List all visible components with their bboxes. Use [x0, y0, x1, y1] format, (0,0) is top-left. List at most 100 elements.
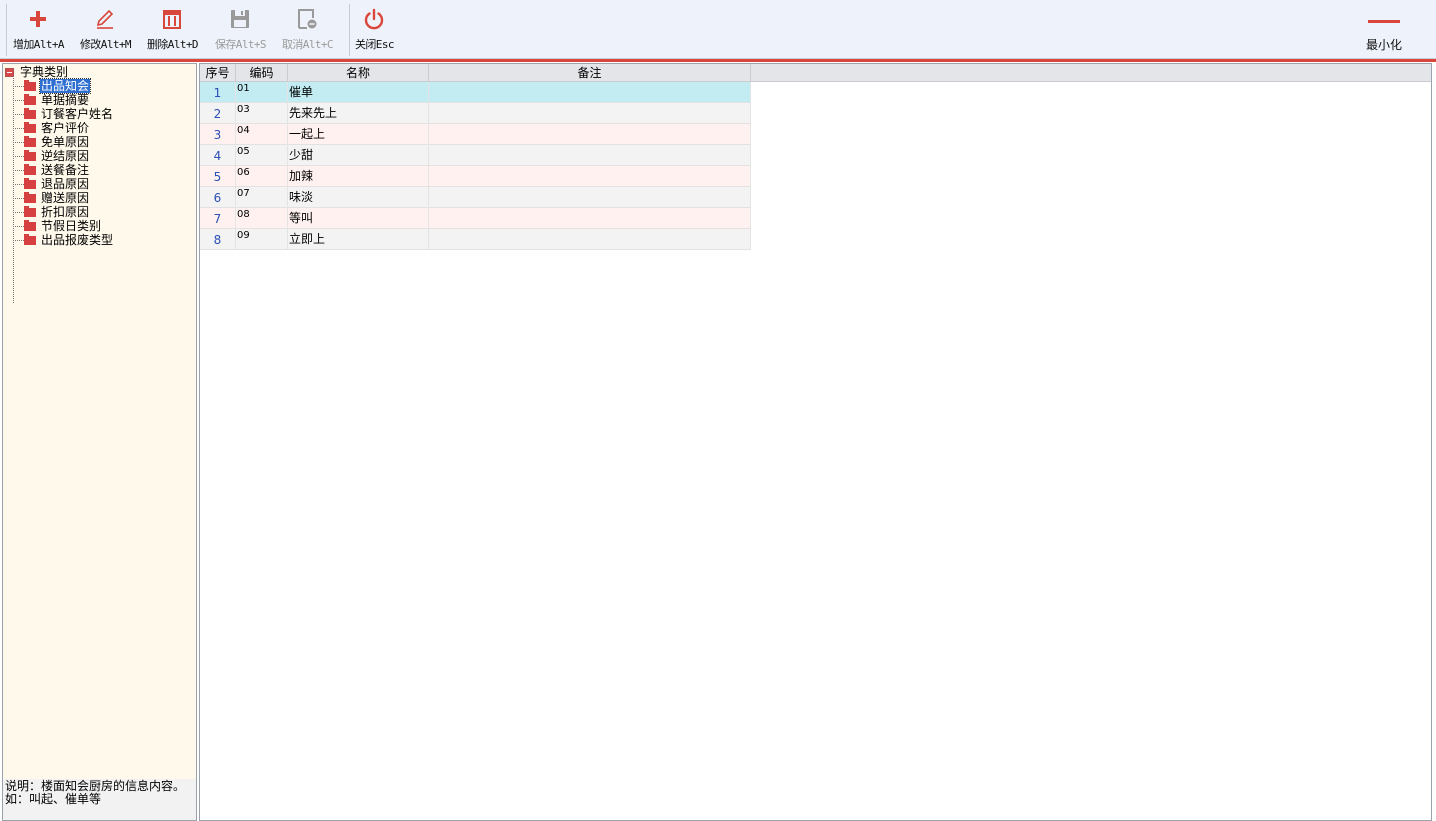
row-note[interactable]: [429, 103, 751, 124]
folder-icon: [24, 79, 36, 91]
row-code[interactable]: 03: [236, 103, 288, 124]
minimize-button-label: 最小化: [1366, 38, 1403, 52]
table-row[interactable]: 4 05 少甜: [200, 145, 751, 166]
tree-item[interactable]: 送餐备注: [13, 163, 90, 177]
dictionary-tree-panel: 字典类别 出品知会 单据摘要 订餐客户姓名 客户评价 免单原因 逆结原因 送餐备…: [2, 63, 197, 821]
row-code[interactable]: 07: [236, 187, 288, 208]
pencil-icon: [92, 6, 118, 32]
row-name[interactable]: 味淡: [288, 187, 429, 208]
tree-item-label: 退品原因: [41, 177, 90, 191]
folder-icon: [24, 149, 36, 161]
save-icon: [227, 6, 253, 32]
column-header-note[interactable]: 备注: [429, 64, 751, 82]
tree-item-label: 出品报废类型: [41, 233, 114, 247]
tree-item[interactable]: 免单原因: [13, 135, 90, 149]
tree-item[interactable]: 客户评价: [13, 121, 90, 135]
tree-item[interactable]: 赠送原因: [13, 191, 90, 205]
dictionary-grid: 序号 编码 名称 备注 1 01 催单 2 03 先来先上 3 04 一起上 4…: [199, 63, 1432, 821]
grid-header: 序号 编码 名称 备注: [200, 64, 1431, 82]
tree-item-label: 折扣原因: [41, 205, 90, 219]
edit-button[interactable]: 修改Alt+M: [80, 6, 132, 54]
row-code[interactable]: 04: [236, 124, 288, 145]
tree-root-label: 字典类别: [20, 65, 69, 79]
toolbar-accent-bar: [0, 59, 1436, 62]
tree-item[interactable]: 退品原因: [13, 177, 90, 191]
add-button-label: 增加Alt+A: [13, 38, 65, 51]
add-button[interactable]: 增加Alt+A: [13, 6, 65, 54]
table-row[interactable]: 6 07 味淡: [200, 187, 751, 208]
close-button[interactable]: 关闭Esc: [355, 6, 394, 54]
edit-button-label: 修改Alt+M: [80, 38, 132, 51]
column-header-seq[interactable]: 序号: [200, 64, 236, 82]
row-name[interactable]: 催单: [288, 82, 429, 103]
table-row[interactable]: 1 01 催单: [200, 82, 751, 103]
delete-button[interactable]: 删除Alt+D: [147, 6, 199, 54]
table-row[interactable]: 8 09 立即上: [200, 229, 751, 250]
row-code[interactable]: 06: [236, 166, 288, 187]
tree-item[interactable]: 单据摘要: [13, 93, 90, 107]
row-note[interactable]: [429, 187, 751, 208]
row-seq: 8: [200, 229, 236, 250]
tree-item-label: 送餐备注: [41, 163, 90, 177]
save-button-label: 保存Alt+S: [215, 38, 267, 51]
row-seq: 2: [200, 103, 236, 124]
cancel-button[interactable]: 取消Alt+C: [282, 6, 334, 54]
tree-item[interactable]: 逆结原因: [13, 149, 90, 163]
row-note[interactable]: [429, 166, 751, 187]
folder-icon: [24, 191, 36, 203]
column-header-code[interactable]: 编码: [236, 64, 288, 82]
row-name[interactable]: 一起上: [288, 124, 429, 145]
table-row[interactable]: 2 03 先来先上: [200, 103, 751, 124]
row-code[interactable]: 01: [236, 82, 288, 103]
row-note[interactable]: [429, 124, 751, 145]
tree-item-label: 客户评价: [41, 121, 90, 135]
tree-root[interactable]: 字典类别: [5, 65, 68, 79]
row-code[interactable]: 09: [236, 229, 288, 250]
toolbar-separator: [6, 4, 7, 56]
row-seq: 4: [200, 145, 236, 166]
row-name[interactable]: 先来先上: [288, 103, 429, 124]
row-note[interactable]: [429, 82, 751, 103]
row-name[interactable]: 立即上: [288, 229, 429, 250]
trash-icon: [159, 6, 185, 32]
toolbar-separator: [349, 4, 350, 56]
toolbar: 增加Alt+A 修改Alt+M 删除Alt+D 保存Alt+S 取消Alt+C …: [0, 0, 1436, 59]
column-header-name[interactable]: 名称: [288, 64, 429, 82]
row-seq: 3: [200, 124, 236, 145]
cancel-button-label: 取消Alt+C: [282, 38, 334, 51]
row-code[interactable]: 08: [236, 208, 288, 229]
row-note[interactable]: [429, 229, 751, 250]
dictionary-tree: 字典类别 出品知会 单据摘要 订餐客户姓名 客户评价 免单原因 逆结原因 送餐备…: [3, 64, 196, 779]
tree-item-label: 订餐客户姓名: [41, 107, 114, 121]
delete-button-label: 删除Alt+D: [147, 38, 199, 51]
table-row[interactable]: 3 04 一起上: [200, 124, 751, 145]
row-name[interactable]: 少甜: [288, 145, 429, 166]
power-icon: [361, 6, 387, 32]
folder-icon: [24, 177, 36, 189]
row-seq: 1: [200, 82, 236, 103]
row-code[interactable]: 05: [236, 145, 288, 166]
tree-item[interactable]: 出品报废类型: [13, 233, 114, 247]
row-note[interactable]: [429, 208, 751, 229]
folder-icon: [24, 107, 36, 119]
folder-icon: [24, 233, 36, 245]
tree-item[interactable]: 出品知会: [13, 78, 92, 94]
grid-body: 1 01 催单 2 03 先来先上 3 04 一起上 4 05 少甜 5 06 …: [200, 82, 751, 250]
minimize-button[interactable]: 最小化: [1366, 6, 1402, 54]
category-description: 说明：楼面知会厨房的信息内容。 如：叫起、催单等: [3, 779, 196, 820]
tree-item-label: 逆结原因: [41, 149, 90, 163]
row-note[interactable]: [429, 145, 751, 166]
table-row[interactable]: 5 06 加辣: [200, 166, 751, 187]
table-row[interactable]: 7 08 等叫: [200, 208, 751, 229]
tree-item[interactable]: 折扣原因: [13, 205, 90, 219]
row-seq: 5: [200, 166, 236, 187]
tree-item[interactable]: 订餐客户姓名: [13, 107, 114, 121]
tree-item-label: 节假日类别: [41, 219, 102, 233]
close-button-label: 关闭Esc: [355, 38, 394, 51]
description-line-2: 如：叫起、催单等: [5, 792, 102, 806]
row-name[interactable]: 等叫: [288, 208, 429, 229]
save-button[interactable]: 保存Alt+S: [215, 6, 267, 54]
tree-item[interactable]: 节假日类别: [13, 219, 102, 233]
row-name[interactable]: 加辣: [288, 166, 429, 187]
minimize-icon: [1366, 6, 1402, 32]
